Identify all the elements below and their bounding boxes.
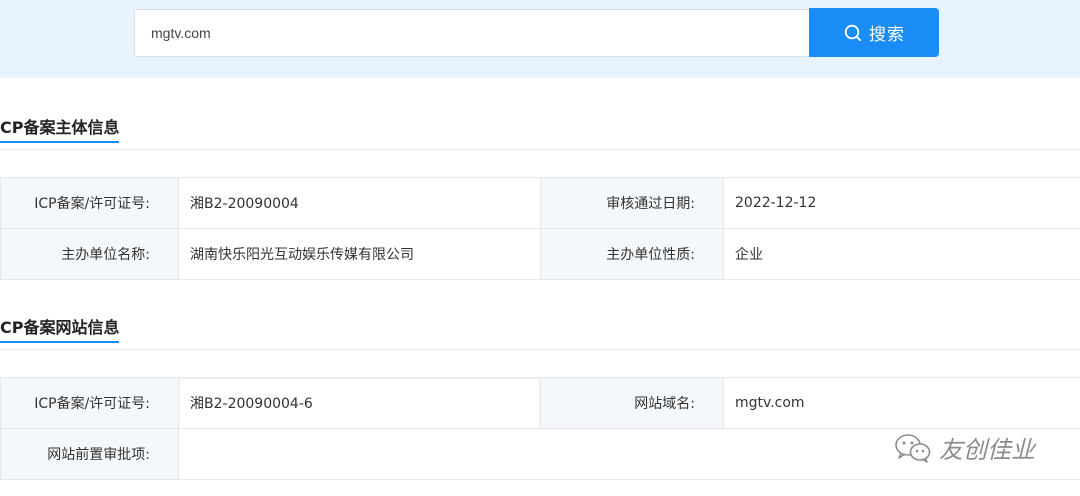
section-title-underline — [0, 341, 119, 343]
field-value: 湘B2-20090004-6 — [178, 377, 541, 429]
table-row: ICP备案/许可证号: 湘B2-20090004 审核通过日期: 2022-12… — [0, 177, 1080, 229]
field-label: ICP备案/许可证号: — [0, 377, 179, 429]
field-label: 主办单位性质: — [540, 228, 724, 280]
field-value: 企业 — [723, 228, 1080, 280]
section-divider — [0, 349, 1080, 350]
search-button[interactable]: 搜索 — [809, 8, 939, 57]
search-icon — [843, 23, 863, 43]
field-value: mgtv.com — [723, 377, 1080, 429]
watermark-text: 友创佳业 — [939, 436, 1035, 464]
field-value: 2022-12-12 — [723, 177, 1080, 229]
search-input[interactable] — [134, 9, 810, 57]
search-button-label: 搜索 — [869, 25, 905, 45]
table-row: 主办单位名称: 湖南快乐阳光互动娱乐传媒有限公司 主办单位性质: 企业 — [0, 228, 1080, 280]
wechat-icon — [893, 432, 933, 464]
field-value: 湖南快乐阳光互动娱乐传媒有限公司 — [178, 228, 541, 280]
field-label: 网站前置审批项: — [0, 428, 179, 480]
search-band: 搜索 — [0, 0, 1080, 78]
section-title-website: CP备案网站信息 — [0, 318, 120, 337]
field-label: 网站域名: — [540, 377, 724, 429]
table-row: ICP备案/许可证号: 湘B2-20090004-6 网站域名: mgtv.co… — [0, 377, 1080, 429]
watermark: 友创佳业 — [893, 430, 1035, 465]
subject-info-table: ICP备案/许可证号: 湘B2-20090004 审核通过日期: 2022-12… — [0, 177, 1080, 280]
section-title-underline — [0, 141, 119, 143]
field-label: ICP备案/许可证号: — [0, 177, 179, 229]
field-label: 主办单位名称: — [0, 228, 179, 280]
field-label: 审核通过日期: — [540, 177, 724, 229]
section-divider — [0, 149, 1080, 150]
field-value: 湘B2-20090004 — [178, 177, 541, 229]
section-title-subject: CP备案主体信息 — [0, 118, 120, 137]
